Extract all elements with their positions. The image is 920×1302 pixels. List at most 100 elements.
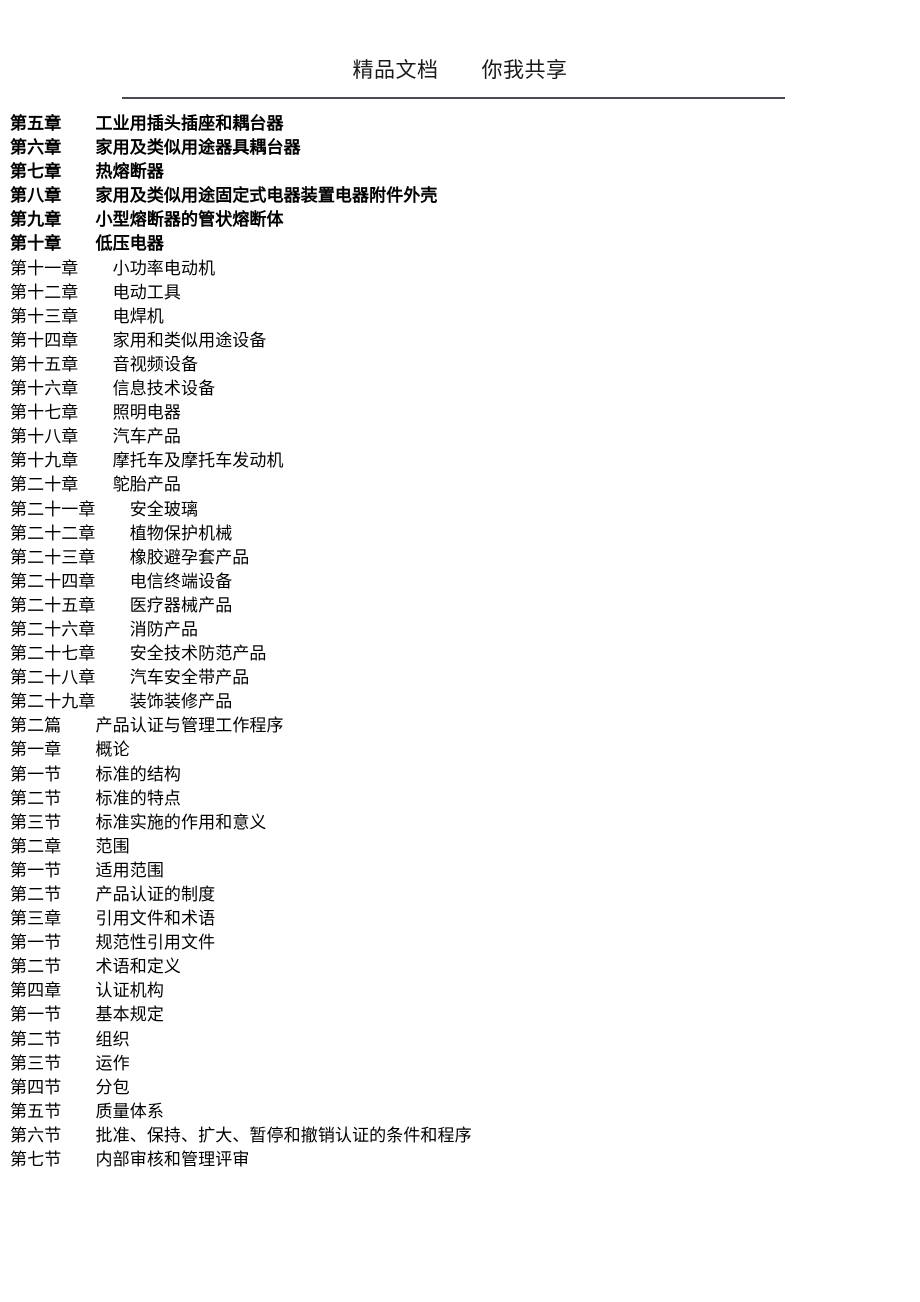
toc-entry[interactable]: 第二十三章 橡胶避孕套产品 xyxy=(10,546,910,570)
toc-entry[interactable]: 第十二章 电动工具 xyxy=(10,281,910,305)
toc-entry[interactable]: 第一节 适用范围 xyxy=(10,859,910,883)
toc-entry-title: 小功率电动机 xyxy=(112,258,216,278)
toc-entry[interactable]: 第二十五章 医疗器械产品 xyxy=(10,594,910,618)
toc-entry-title: 引用文件和术语 xyxy=(95,909,216,929)
toc-entry[interactable]: 第六章 家用及类似用途器具耦台器 xyxy=(10,136,910,160)
toc-entry-label: 第二章 xyxy=(10,836,62,856)
toc-entry[interactable]: 第十六章 信息技术设备 xyxy=(10,377,910,401)
toc-entry-label: 第二十七章 xyxy=(10,644,96,664)
toc-entry[interactable]: 第四节 分包 xyxy=(10,1076,910,1100)
toc-entry-title: 范围 xyxy=(95,836,130,856)
toc-entry-title: 适用范围 xyxy=(95,860,164,880)
toc-entry[interactable]: 第二十一章 安全玻璃 xyxy=(10,498,910,522)
toc-entry[interactable]: 第十七章 照明电器 xyxy=(10,401,910,425)
toc-entry-title: 电信终端设备 xyxy=(129,571,233,591)
toc-entry[interactable]: 第二十七章 安全技术防范产品 xyxy=(10,642,910,666)
toc-entry-label: 第十一章 xyxy=(10,258,79,278)
toc-entry-gap xyxy=(61,813,95,832)
toc-entry[interactable]: 第二节 组织 xyxy=(10,1028,910,1052)
toc-entry[interactable]: 第八章 家用及类似用途固定式电器装置电器附件外壳 xyxy=(10,184,910,208)
toc-entry-title: 分包 xyxy=(95,1077,130,1097)
toc-entry-label: 第十九章 xyxy=(10,451,79,471)
toc-entry-label: 第一节 xyxy=(10,860,62,880)
toc-entry[interactable]: 第二十章 鸵胎产品 xyxy=(10,473,910,497)
toc-entry-gap xyxy=(61,765,95,784)
toc-entry-gap xyxy=(78,331,112,350)
toc-entry[interactable]: 第二节 产品认证的制度 xyxy=(10,883,910,907)
toc-entry-label: 第八章 xyxy=(10,186,62,206)
toc-entry[interactable]: 第二章 范围 xyxy=(10,835,910,859)
toc-entry[interactable]: 第三章 引用文件和术语 xyxy=(10,907,910,931)
toc-entry-label: 第十二章 xyxy=(10,282,79,302)
toc-entry-label: 第二十六章 xyxy=(10,619,96,639)
toc-entry-label: 第二十九章 xyxy=(10,692,96,712)
toc-entry-gap xyxy=(96,500,130,519)
toc-entry-label: 第一节 xyxy=(10,764,62,784)
toc-entry-label: 第二十章 xyxy=(10,475,79,495)
toc-entry[interactable]: 第五节 质量体系 xyxy=(10,1100,910,1124)
toc-entry[interactable]: 第一章 概论 xyxy=(10,738,910,762)
toc-entry-gap xyxy=(61,1078,95,1097)
toc-entry-label: 第五节 xyxy=(10,1101,62,1121)
toc-entry-gap xyxy=(61,933,95,952)
toc-entry[interactable]: 第五章 工业用插头插座和耦台器 xyxy=(10,112,910,136)
toc-entry[interactable]: 第六节 批准、保持、扩大、暂停和撤销认证的条件和程序 xyxy=(10,1124,910,1148)
toc-entry-title: 低压电器 xyxy=(95,234,164,254)
toc-entry[interactable]: 第十章 低压电器 xyxy=(10,232,910,256)
toc-entry-title: 音视频设备 xyxy=(112,354,199,374)
toc-entry-gap xyxy=(61,114,95,133)
toc-entry[interactable]: 第十五章 音视频设备 xyxy=(10,353,910,377)
toc-entry[interactable]: 第十九章 摩托车及摩托车发动机 xyxy=(10,449,910,473)
toc-entry-title: 照明电器 xyxy=(112,403,182,423)
toc-entry[interactable]: 第七节 内部审核和管理评审 xyxy=(10,1148,910,1172)
toc-entry-gap xyxy=(61,1102,95,1121)
toc-entry-gap xyxy=(96,572,130,591)
toc-entry-gap xyxy=(78,475,112,494)
toc-entry-label: 第十六章 xyxy=(10,379,79,399)
toc-entry-title: 工业用插头插座和耦台器 xyxy=(95,114,284,133)
toc-entry-gap xyxy=(61,234,95,253)
toc-entry-title: 家用和类似用途设备 xyxy=(112,330,267,350)
toc-entry[interactable]: 第七章 热熔断器 xyxy=(10,160,910,184)
toc-entry-label: 第十八章 xyxy=(10,427,79,447)
toc-entry[interactable]: 第二节 术语和定义 xyxy=(10,955,910,979)
table-of-contents: 第五章 工业用插头插座和耦台器 第六章 家用及类似用途器具耦台器 第七章 热熔断器第… xyxy=(10,112,910,1172)
toc-entry[interactable]: 第二篇 产品认证与管理工作程序 xyxy=(10,714,910,738)
toc-entry-title: 标准的结构 xyxy=(95,764,182,784)
toc-entry[interactable]: 第一节 标准的结构 xyxy=(10,763,910,787)
toc-entry[interactable]: 第二十八章 汽车安全带产品 xyxy=(10,666,910,690)
toc-entry[interactable]: 第二节 标准的特点 xyxy=(10,787,910,811)
toc-entry-gap xyxy=(78,355,112,374)
toc-entry[interactable]: 第四章 认证机构 xyxy=(10,979,910,1003)
toc-entry-gap xyxy=(96,620,130,639)
toc-entry-label: 第三节 xyxy=(10,1053,62,1073)
toc-entry[interactable]: 第二十六章 消防产品 xyxy=(10,618,910,642)
toc-entry[interactable]: 第一节 规范性引用文件 xyxy=(10,931,910,955)
toc-entry[interactable]: 第十四章 家用和类似用途设备 xyxy=(10,329,910,353)
toc-entry-label: 第二十二章 xyxy=(10,523,96,543)
toc-entry-title: 植物保护机械 xyxy=(129,523,233,543)
toc-entry-title: 内部审核和管理评审 xyxy=(95,1150,250,1170)
toc-entry[interactable]: 第二十四章 电信终端设备 xyxy=(10,570,910,594)
toc-entry-gap xyxy=(61,716,95,735)
toc-entry[interactable]: 第九章 小型熔断器的管状熔断体 xyxy=(10,208,910,232)
toc-entry[interactable]: 第一节 基本规定 xyxy=(10,1003,910,1027)
toc-entry-label: 第二节 xyxy=(10,885,62,904)
toc-entry[interactable]: 第三节 运作 xyxy=(10,1052,910,1076)
toc-entry[interactable]: 第二十二章 植物保护机械 xyxy=(10,522,910,546)
toc-entry-title: 标准实施的作用和意义 xyxy=(95,812,267,832)
toc-entry[interactable]: 第十一章 小功率电动机 xyxy=(10,257,910,281)
toc-entry-gap xyxy=(61,740,95,759)
toc-entry-gap xyxy=(61,861,95,880)
toc-entry-title: 术语和定义 xyxy=(95,957,182,977)
toc-entry[interactable]: 第三节 标准实施的作用和意义 xyxy=(10,811,910,835)
toc-entry-label: 第十五章 xyxy=(10,354,79,374)
toc-entry[interactable]: 第十三章 电焊机 xyxy=(10,305,910,329)
toc-entry-gap xyxy=(61,1030,95,1049)
toc-entry[interactable]: 第十八章 汽车产品 xyxy=(10,425,910,449)
toc-entry-title: 鸵胎产品 xyxy=(112,475,182,495)
toc-entry-label: 第二节 xyxy=(10,957,62,977)
toc-entry-gap xyxy=(78,403,112,422)
toc-entry[interactable]: 第二十九章 装饰装修产品 xyxy=(10,690,910,714)
toc-entry-title: 产品认证与管理工作程序 xyxy=(95,716,284,736)
